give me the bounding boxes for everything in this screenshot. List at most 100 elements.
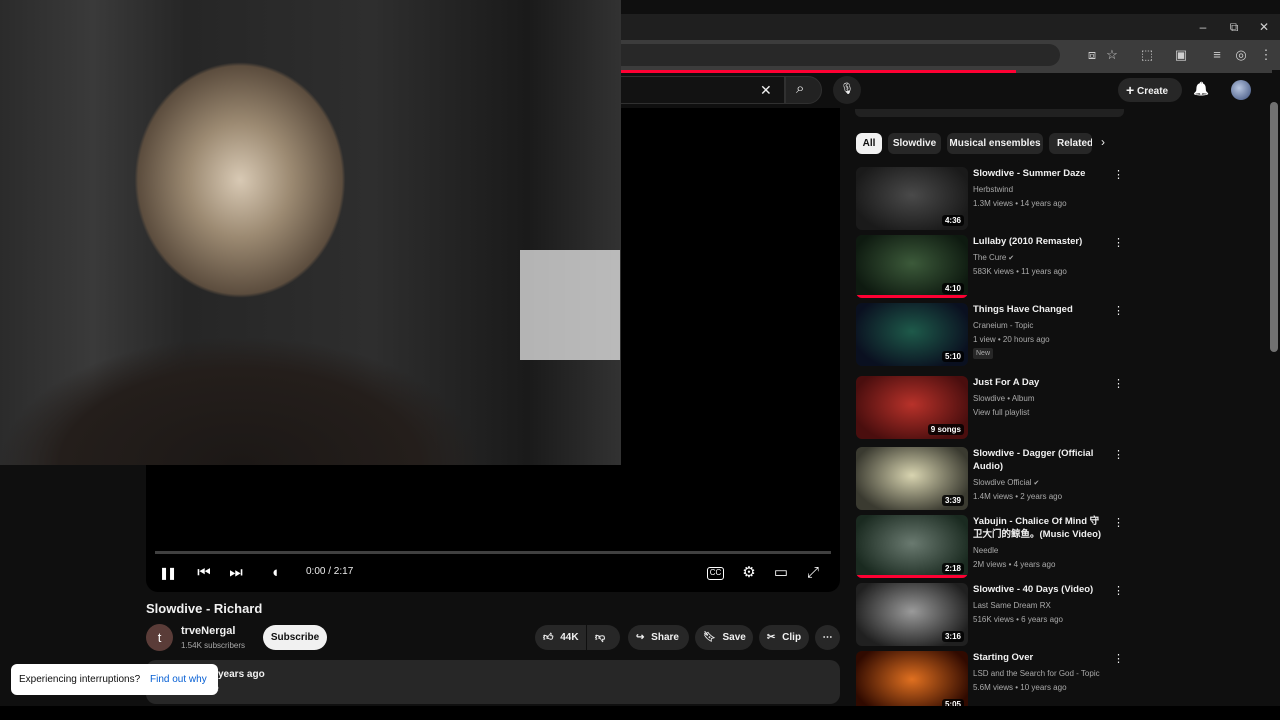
recommendation-title[interactable]: Starting Over	[973, 651, 1108, 664]
previous-button[interactable]: ⏮	[194, 563, 214, 583]
thumbs-down-icon: 👎︎	[595, 632, 606, 643]
more-options-icon[interactable]: ⋮	[1113, 304, 1124, 318]
video-thumbnail[interactable]: 2:18	[856, 515, 968, 578]
search-button[interactable]: ⌕	[785, 76, 822, 104]
channel-avatar[interactable]: t	[146, 624, 173, 651]
reading-list-icon[interactable]: ≡	[1209, 47, 1225, 63]
more-actions-button[interactable]: ⋯	[815, 625, 840, 650]
video-thumbnail[interactable]: 5:05	[856, 651, 968, 714]
toast-message: Experiencing interruptions?	[19, 674, 141, 685]
verified-icon: ✔	[1031, 480, 1040, 487]
recommendation-channel[interactable]: Herbstwind	[973, 185, 1013, 194]
profile-icon[interactable]: ◎	[1233, 47, 1249, 63]
more-options-icon[interactable]: ⋮	[1113, 652, 1124, 666]
watched-progress-bar	[856, 295, 968, 298]
chevron-right-icon[interactable]: ›	[1101, 135, 1115, 153]
recommendation-channel[interactable]: Slowdive • Album	[973, 394, 1035, 403]
recommendation-channel[interactable]: Last Same Dream RX	[973, 601, 1051, 610]
player-controls-area	[146, 465, 840, 592]
recommendation-channel[interactable]: LSD and the Search for God - Topic	[973, 669, 1100, 678]
duration-badge: 3:16	[941, 631, 964, 642]
fullscreen-button[interactable]: ⤢	[803, 563, 823, 583]
description-date: years ago	[218, 669, 265, 680]
video-thumbnail[interactable]: 4:10	[856, 235, 968, 298]
recommendation-title[interactable]: Just For A Day	[973, 376, 1108, 389]
scissors-icon: ✂	[767, 632, 776, 643]
recommendation-channel[interactable]: Needle	[973, 546, 998, 555]
clear-search-icon[interactable]: ✕	[760, 82, 772, 99]
duration-badge: 4:36	[941, 215, 964, 226]
video-thumbnail[interactable]: 5:10	[856, 303, 968, 366]
save-button[interactable]: 🔖︎ Save	[695, 625, 753, 650]
chip-slowdive[interactable]: Slowdive	[888, 133, 941, 154]
duration-badge: 2:18	[941, 563, 964, 574]
share-label: Share	[651, 632, 679, 643]
volume-button[interactable]: ◖	[265, 563, 285, 583]
video-thumbnail[interactable]: 9 songs	[856, 376, 968, 439]
more-options-icon[interactable]: ⋮	[1113, 584, 1124, 598]
recommendation-title[interactable]: Slowdive - 40 Days (Video)	[973, 583, 1108, 596]
captions-button[interactable]: CC	[707, 567, 724, 580]
video-thumbnail[interactable]: 4:36	[856, 167, 968, 230]
plus-icon: +	[1126, 82, 1135, 98]
find-out-why-link[interactable]: Find out why	[150, 674, 207, 685]
clip-button[interactable]: ✂ Clip	[759, 625, 809, 650]
more-options-icon[interactable]: ⋮	[1113, 377, 1124, 391]
video-player[interactable]	[0, 0, 621, 465]
recommendation-meta[interactable]: View full playlist	[973, 408, 1029, 417]
chip-all[interactable]: All	[856, 133, 882, 154]
pause-button[interactable]: ❚❚	[157, 563, 177, 583]
star-icon[interactable]: ☆	[1104, 47, 1120, 63]
recommendation-title[interactable]: Yabujin - Chalice Of Mind 守卫大门的鲸鱼。(Music…	[973, 515, 1108, 541]
scrollbar[interactable]	[1270, 102, 1278, 352]
like-button[interactable]: 👍︎ 44K	[535, 625, 586, 650]
bookmark-icon: 🔖︎	[703, 632, 716, 643]
more-options-icon[interactable]: ⋮	[1113, 516, 1124, 530]
channel-name[interactable]: trveNergal	[181, 625, 235, 637]
more-options-icon[interactable]: ⋮	[1113, 448, 1124, 462]
create-button[interactable]: + Create	[1118, 78, 1182, 102]
cast-icon[interactable]: ⧈	[1084, 47, 1100, 63]
search-input[interactable]: ✕	[620, 76, 785, 104]
more-options-icon[interactable]: ⋮	[1113, 236, 1124, 250]
more-options-icon[interactable]: ⋮	[1113, 168, 1124, 182]
search-icon: ⌕	[796, 80, 805, 97]
recommendation-channel[interactable]: Craneium - Topic	[973, 321, 1033, 330]
video-thumbnail[interactable]: 3:16	[856, 583, 968, 646]
voice-search-button[interactable]: 🎙	[833, 76, 861, 104]
duration-badge: 3:39	[941, 495, 964, 506]
recommendation-channel[interactable]: The Cure ✔	[973, 253, 1014, 262]
channel-label: The Cure	[973, 253, 1007, 262]
next-button[interactable]: ⏭	[226, 563, 246, 583]
channel-label: Slowdive • Album	[973, 394, 1035, 403]
description-box[interactable]	[146, 660, 840, 704]
chip-musical-ensembles[interactable]: Musical ensembles	[947, 133, 1043, 154]
chip-related[interactable]: Related	[1049, 133, 1092, 154]
video-title: Slowdive - Richard	[146, 601, 263, 616]
close-window-button[interactable]: ✕	[1254, 20, 1274, 34]
video-thumbnail[interactable]: 3:39	[856, 447, 968, 510]
mic-icon: 🎙	[840, 83, 854, 95]
seek-bar[interactable]	[155, 551, 831, 554]
minimize-button[interactable]: –	[1193, 20, 1213, 34]
restore-button[interactable]: ⧉	[1224, 20, 1244, 34]
bell-icon[interactable]: 🔔	[1193, 81, 1209, 97]
address-bar[interactable]	[620, 44, 1060, 66]
settings-gear-icon[interactable]: ⚙	[739, 563, 759, 583]
account-avatar[interactable]	[1231, 80, 1251, 100]
media-icon[interactable]: ▣	[1173, 47, 1189, 63]
channel-label: Herbstwind	[973, 185, 1014, 194]
recommendation-title[interactable]: Lullaby (2010 Remaster)	[973, 235, 1108, 248]
extensions-icon[interactable]: ⬚	[1139, 47, 1155, 63]
theater-mode-button[interactable]: ▭	[771, 563, 791, 583]
recommendation-title[interactable]: Slowdive - Summer Daze	[973, 167, 1108, 180]
recommendation-title[interactable]: Things Have Changed	[973, 303, 1108, 316]
recommendation-title[interactable]: Slowdive - Dagger (Official Audio)	[973, 447, 1108, 473]
recommendation-meta: 5.6M views • 10 years ago	[973, 683, 1067, 692]
share-button[interactable]: ↪ Share	[628, 625, 689, 650]
browser-titlebar	[620, 14, 1280, 40]
dislike-button[interactable]: 👎︎	[587, 625, 620, 650]
recommendation-channel[interactable]: Slowdive Official ✔	[973, 478, 1039, 487]
subscribe-button[interactable]: Subscribe	[263, 625, 327, 650]
menu-icon[interactable]: ⋮	[1258, 47, 1274, 63]
